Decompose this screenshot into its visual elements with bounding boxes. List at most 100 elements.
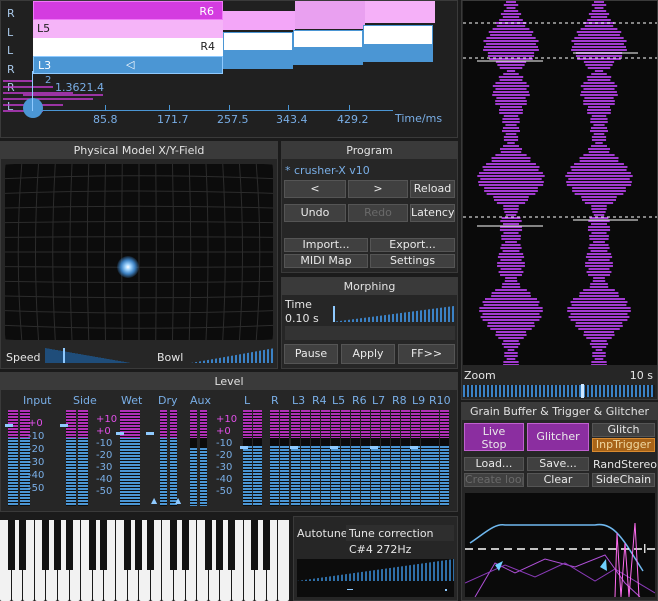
level-meter[interactable] (321, 410, 330, 506)
black-key[interactable] (204, 520, 212, 570)
piano-keyboard[interactable] (0, 520, 290, 601)
level-meter[interactable] (351, 410, 360, 506)
fader-handle[interactable] (330, 446, 338, 449)
level-meter[interactable] (341, 410, 350, 506)
fader-handle[interactable] (116, 432, 124, 435)
level-meter[interactable] (331, 410, 340, 506)
level-meter[interactable] (253, 410, 262, 506)
grain-view-panel[interactable]: RLLRRL R6 L5 R4 L3 ◁ 1.3621.4 2 85.8171.… (0, 0, 458, 138)
grain-bar-l3[interactable]: L3 ◁ (33, 56, 223, 74)
midi-map-button[interactable]: MIDI Map (284, 254, 368, 268)
level-meter[interactable] (130, 410, 140, 506)
fader-handle[interactable] (146, 432, 154, 435)
level-meter[interactable] (78, 410, 88, 506)
pause-button[interactable]: Pause (284, 344, 338, 364)
black-key[interactable] (216, 520, 224, 570)
level-meter[interactable] (270, 410, 279, 506)
level-meter[interactable] (371, 410, 380, 506)
speed-slider[interactable] (45, 348, 131, 363)
glitcher-button[interactable]: Glitcher (527, 423, 589, 451)
level-meter[interactable] (440, 410, 449, 506)
triangle-up-icon: ▲ (151, 496, 158, 505)
meter-fill (361, 446, 370, 506)
xy-field-pad[interactable] (5, 164, 273, 340)
grain-bar-r6[interactable]: R6 (33, 1, 223, 20)
level-meter[interactable] (291, 410, 300, 506)
zoom-label: Zoom (464, 369, 496, 382)
level-meter[interactable] (190, 410, 197, 506)
import-button[interactable]: Import... (284, 238, 368, 252)
envelope-display[interactable]: Ⅰ (465, 493, 655, 597)
autotune-slider[interactable] (297, 559, 454, 597)
load-button[interactable]: Load... (464, 457, 524, 471)
reload-button[interactable]: Reload (410, 180, 455, 198)
xy-cursor[interactable] (117, 256, 139, 278)
black-key[interactable] (181, 520, 189, 570)
level-meter[interactable] (311, 410, 320, 506)
sidechain-button[interactable]: SideChain (592, 473, 655, 487)
black-key[interactable] (88, 520, 96, 570)
settings-button[interactable]: Settings (370, 254, 455, 268)
black-key[interactable] (169, 520, 177, 570)
black-key[interactable] (100, 520, 108, 570)
fader-handle[interactable] (290, 446, 298, 449)
prev-preset-button[interactable]: < (284, 180, 346, 198)
zoom-slider[interactable] (463, 384, 655, 398)
level-meter[interactable] (243, 410, 252, 506)
undo-button[interactable]: Undo (284, 204, 346, 222)
level-meter[interactable] (200, 410, 207, 506)
latency-button[interactable]: Latency (410, 204, 455, 222)
fader-handle[interactable] (60, 424, 68, 427)
level-meter[interactable] (170, 410, 177, 506)
level-meter[interactable] (391, 410, 400, 506)
fader-handle[interactable] (370, 446, 378, 449)
apply-button[interactable]: Apply (341, 344, 395, 364)
waveform-scope[interactable] (463, 1, 657, 365)
create-loop-button[interactable]: Create loop (464, 473, 524, 487)
black-key[interactable] (42, 520, 50, 570)
white-key[interactable] (278, 520, 289, 601)
level-meter[interactable] (401, 410, 410, 506)
grain-bar-r4[interactable]: R4 (33, 38, 223, 56)
black-key[interactable] (135, 520, 143, 570)
rand-stereo-label[interactable]: RandStereo (593, 458, 657, 471)
grain-bar-l5[interactable]: L5 (33, 20, 223, 38)
fast-forward-button[interactable]: FF>> (398, 344, 455, 364)
fader-handle[interactable] (5, 424, 13, 427)
black-key[interactable] (123, 520, 131, 570)
level-meter[interactable] (361, 410, 370, 506)
preset-name[interactable]: * crusher-X v10 (285, 164, 370, 177)
black-key[interactable] (251, 520, 259, 570)
level-meter[interactable] (280, 410, 289, 506)
export-button[interactable]: Export... (370, 238, 455, 252)
level-meter[interactable] (430, 410, 439, 506)
black-key[interactable] (7, 520, 15, 570)
playhead-circle[interactable] (23, 98, 43, 118)
tune-correction-field[interactable]: Tune correction (346, 525, 454, 541)
fader-handle[interactable] (240, 446, 248, 449)
level-meter[interactable] (160, 410, 167, 506)
fader-handle[interactable] (410, 446, 418, 449)
level-meter[interactable] (421, 410, 430, 506)
glitch-button[interactable]: Glitch (592, 423, 655, 437)
redo-button[interactable]: Redo (348, 204, 408, 222)
black-key[interactable] (65, 520, 73, 570)
meter-peak (270, 410, 279, 438)
level-meter[interactable] (120, 410, 130, 506)
level-meter[interactable] (381, 410, 390, 506)
black-key[interactable] (19, 520, 27, 570)
black-key[interactable] (53, 520, 61, 570)
black-key[interactable] (262, 520, 270, 570)
level-meter[interactable] (411, 410, 420, 506)
live-stop-button[interactable]: Live Stop (464, 423, 524, 451)
inp-trigger-button[interactable]: InpTrigger (592, 438, 655, 452)
level-meter[interactable] (301, 410, 310, 506)
db-scale-label: -40 (216, 474, 233, 485)
clear-button[interactable]: Clear (527, 473, 589, 487)
bowl-slider[interactable] (191, 348, 275, 363)
save-button[interactable]: Save... (527, 457, 589, 471)
morph-time-slider[interactable] (332, 306, 454, 322)
next-preset-button[interactable]: > (348, 180, 408, 198)
black-key[interactable] (227, 520, 235, 570)
black-key[interactable] (146, 520, 154, 570)
